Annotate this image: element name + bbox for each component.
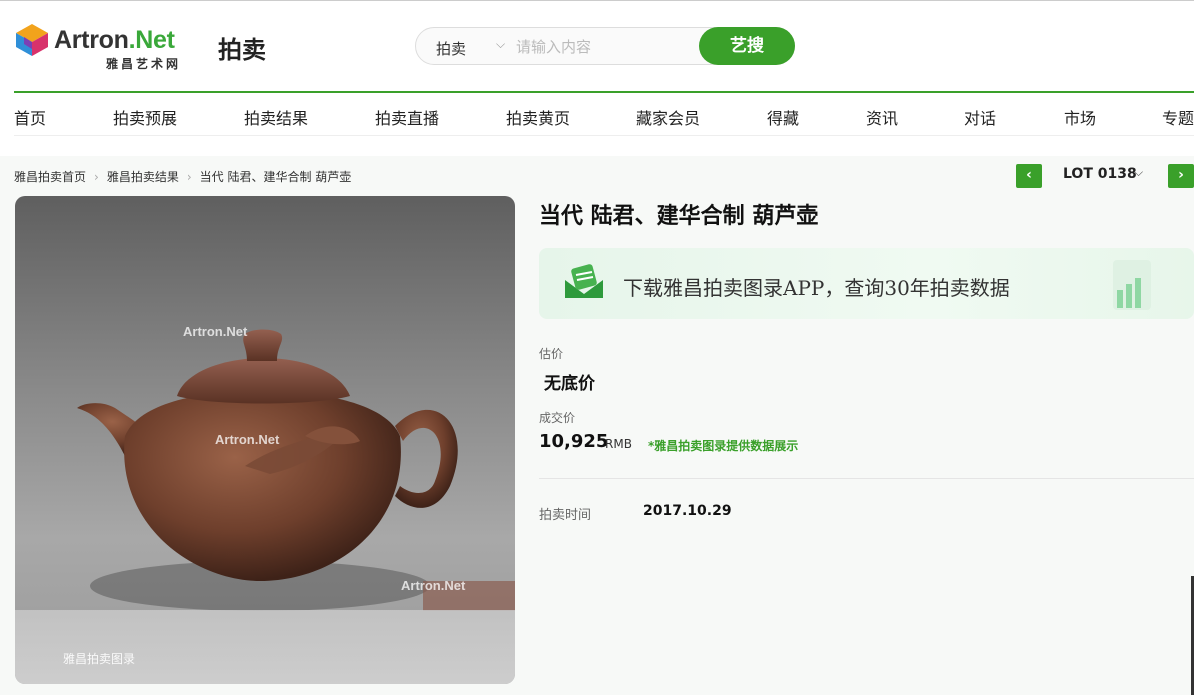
chevron-right-icon: › xyxy=(94,170,99,184)
section-title: 拍卖 xyxy=(218,36,266,64)
breadcrumb: 雅昌拍卖首页 › 雅昌拍卖结果 › 当代 陆君、建华合制 葫芦壶 xyxy=(14,168,351,185)
banner-text: 下载雅昌拍卖图录APP，查询30年拍卖数据 xyxy=(623,276,1010,300)
nav-item-preview[interactable]: 拍卖预展 xyxy=(113,105,177,129)
estimate-value: 无底价 xyxy=(544,374,595,394)
lot-title: 当代 陆君、建华合制 葫芦壶 xyxy=(539,204,819,229)
nav-item-market[interactable]: 市场 xyxy=(1064,105,1096,129)
watermark: Artron.Net xyxy=(183,324,248,339)
deal-price-value: 10,925 xyxy=(539,431,609,452)
app-logo-icon xyxy=(565,264,603,298)
lot-selector[interactable]: LOT 0138 xyxy=(1063,166,1137,182)
chevron-down-icon[interactable]: ⌵ xyxy=(496,37,505,52)
nav-item-results[interactable]: 拍卖结果 xyxy=(244,105,308,129)
nav-item-directory[interactable]: 拍卖黄页 xyxy=(506,105,570,129)
chevron-down-icon[interactable]: ⌵ xyxy=(1134,165,1143,180)
search-category-select[interactable]: 拍卖 xyxy=(436,38,466,59)
auction-time-label: 拍卖时间 xyxy=(539,508,592,523)
nav-item-news[interactable]: 资讯 xyxy=(866,105,898,129)
nav-accent-line xyxy=(14,91,1194,93)
nav-item-members[interactable]: 藏家会员 xyxy=(636,105,700,129)
estimate-label: 估价 xyxy=(539,347,564,361)
app-download-banner[interactable]: 下载雅昌拍卖图录APP，查询30年拍卖数据 xyxy=(539,248,1194,319)
deal-price-label: 成交价 xyxy=(539,411,576,425)
nav-item-live[interactable]: 拍卖直播 xyxy=(375,105,439,129)
nav-item-home[interactable]: 首页 xyxy=(14,105,46,129)
chart-illustration-icon xyxy=(1113,260,1151,310)
search-bar: 拍卖 ⌵ 艺搜 xyxy=(415,27,795,65)
logo-cube-icon xyxy=(16,24,48,56)
search-input[interactable] xyxy=(516,34,696,60)
breadcrumb-current: 当代 陆君、建华合制 葫芦壶 xyxy=(199,170,352,184)
data-source-note: *雅昌拍卖图录提供数据展示 xyxy=(648,439,799,453)
deal-currency: RMB xyxy=(605,437,632,451)
logo-subtitle: 雅昌艺术网 xyxy=(106,57,182,71)
main-nav: 首页 拍卖预展 拍卖结果 拍卖直播 拍卖黄页 藏家会员 得藏 资讯 对话 市场 … xyxy=(14,94,1194,136)
artron-logo[interactable]: Artron.Net 雅昌艺术网 xyxy=(14,22,204,72)
nav-item-decang[interactable]: 得藏 xyxy=(767,105,799,129)
lot-image[interactable]: Artron.Net Artron.Net Artron.Net 雅昌拍卖图录 xyxy=(15,196,515,684)
breadcrumb-home-link[interactable]: 雅昌拍卖首页 xyxy=(14,168,86,185)
next-lot-button[interactable]: › xyxy=(1168,164,1194,188)
prev-lot-button[interactable]: ‹ xyxy=(1016,164,1042,188)
chevron-right-icon: › xyxy=(186,170,192,184)
logo-wordmark: Artron.Net xyxy=(54,26,175,54)
top-border xyxy=(0,0,1194,1)
watermark: Artron.Net xyxy=(215,432,280,447)
divider xyxy=(539,478,1194,479)
image-reflection xyxy=(15,610,515,684)
nav-item-dialogue[interactable]: 对话 xyxy=(964,105,996,129)
watermark: Artron.Net xyxy=(401,578,466,593)
nav-item-topics[interactable]: 专题 xyxy=(1162,105,1194,129)
bottom-watermark: 雅昌拍卖图录 xyxy=(63,652,136,666)
auction-time-value: 2017.10.29 xyxy=(643,503,732,519)
breadcrumb-results-link[interactable]: 雅昌拍卖结果 xyxy=(107,168,179,185)
search-button[interactable]: 艺搜 xyxy=(699,27,795,65)
